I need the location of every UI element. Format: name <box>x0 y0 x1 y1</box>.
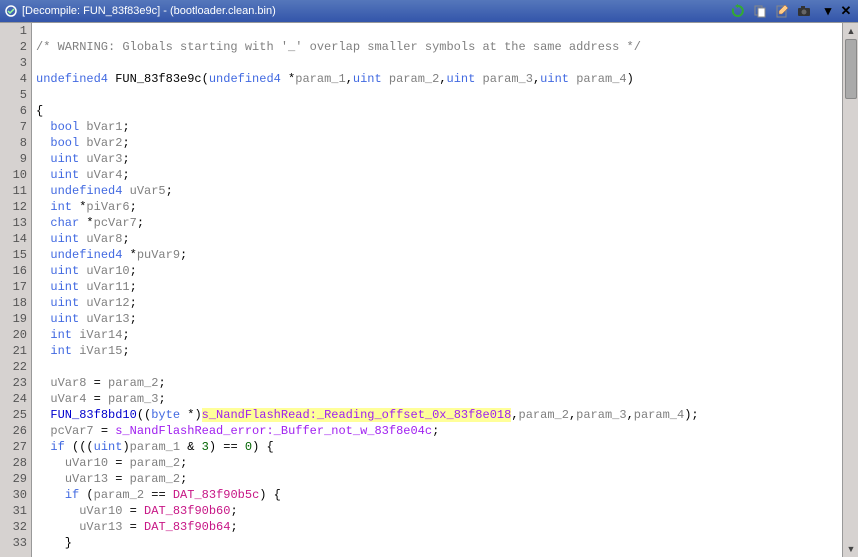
code-line: uint uVar8; <box>36 231 842 247</box>
code-line: uint uVar3; <box>36 151 842 167</box>
line-number: 23 <box>0 375 27 391</box>
line-number: 11 <box>0 183 27 199</box>
code-line: if (param_2 == DAT_83f90b5c) { <box>36 487 842 503</box>
code-line: /* WARNING: Globals starting with '_' ov… <box>36 39 842 55</box>
code-line: uVar10 = DAT_83f90b60; <box>36 503 842 519</box>
code-line: int iVar15; <box>36 343 842 359</box>
line-number: 8 <box>0 135 27 151</box>
code-area[interactable]: /* WARNING: Globals starting with '_' ov… <box>32 23 842 557</box>
line-number: 17 <box>0 279 27 295</box>
code-line: FUN_83f8bd10((byte *)s_NandFlashRead:_Re… <box>36 407 842 423</box>
line-number: 10 <box>0 167 27 183</box>
code-line: uVar8 = param_2; <box>36 375 842 391</box>
line-number: 22 <box>0 359 27 375</box>
line-number: 27 <box>0 439 27 455</box>
code-line: undefined4 *puVar9; <box>36 247 842 263</box>
line-number: 33 <box>0 535 27 551</box>
line-number: 30 <box>0 487 27 503</box>
code-line <box>36 23 842 39</box>
code-line: bool bVar1; <box>36 119 842 135</box>
code-line <box>36 359 842 375</box>
line-number-gutter: 1234567891011121314151617181920212223242… <box>0 23 32 557</box>
line-number: 19 <box>0 311 27 327</box>
scroll-up-arrow[interactable]: ▲ <box>843 23 858 39</box>
line-number: 12 <box>0 199 27 215</box>
code-line: uVar4 = param_3; <box>36 391 842 407</box>
code-line: { <box>36 103 842 119</box>
line-number: 25 <box>0 407 27 423</box>
line-number: 14 <box>0 231 27 247</box>
code-line: undefined4 uVar5; <box>36 183 842 199</box>
code-line: if (((uint)param_1 & 3) == 0) { <box>36 439 842 455</box>
code-line: uVar10 = param_2; <box>36 455 842 471</box>
code-line: char *pcVar7; <box>36 215 842 231</box>
line-number: 13 <box>0 215 27 231</box>
code-line: uint uVar10; <box>36 263 842 279</box>
code-line: uint uVar4; <box>36 167 842 183</box>
minimize-button[interactable]: ▾ <box>820 4 836 18</box>
code-line: uint uVar13; <box>36 311 842 327</box>
line-number: 3 <box>0 55 27 71</box>
line-number: 18 <box>0 295 27 311</box>
code-line: int iVar14; <box>36 327 842 343</box>
code-line: uVar13 = param_2; <box>36 471 842 487</box>
line-number: 15 <box>0 247 27 263</box>
scroll-down-arrow[interactable]: ▼ <box>843 541 858 557</box>
edit-icon[interactable] <box>774 3 790 19</box>
line-number: 4 <box>0 71 27 87</box>
line-number: 5 <box>0 87 27 103</box>
vertical-scrollbar[interactable]: ▲ ▼ <box>842 23 858 557</box>
code-line: } <box>36 535 842 551</box>
line-number: 20 <box>0 327 27 343</box>
copy-icon[interactable] <box>752 3 768 19</box>
line-number: 21 <box>0 343 27 359</box>
line-number: 31 <box>0 503 27 519</box>
snapshot-icon[interactable] <box>796 3 812 19</box>
titlebar: [Decompile: FUN_83f83e9c] - (bootloader.… <box>0 0 858 22</box>
line-number: 6 <box>0 103 27 119</box>
code-line <box>36 87 842 103</box>
code-line: uint uVar11; <box>36 279 842 295</box>
scroll-thumb[interactable] <box>845 39 857 99</box>
code-line: undefined4 FUN_83f83e9c(undefined4 *para… <box>36 71 842 87</box>
decompiler-icon <box>4 4 18 18</box>
line-number: 29 <box>0 471 27 487</box>
code-line: bool bVar2; <box>36 135 842 151</box>
line-number: 26 <box>0 423 27 439</box>
line-number: 2 <box>0 39 27 55</box>
code-line: pcVar7 = s_NandFlashRead_error:_Buffer_n… <box>36 423 842 439</box>
line-number: 24 <box>0 391 27 407</box>
line-number: 1 <box>0 23 27 39</box>
line-number: 32 <box>0 519 27 535</box>
code-line: uint uVar12; <box>36 295 842 311</box>
line-number: 28 <box>0 455 27 471</box>
code-line: int *piVar6; <box>36 199 842 215</box>
code-line: uVar13 = DAT_83f90b64; <box>36 519 842 535</box>
window-title: [Decompile: FUN_83f83e9c] - (bootloader.… <box>22 5 730 17</box>
close-button[interactable]: ✕ <box>838 4 854 18</box>
refresh-icon[interactable] <box>730 3 746 19</box>
line-number: 7 <box>0 119 27 135</box>
line-number: 9 <box>0 151 27 167</box>
line-number: 16 <box>0 263 27 279</box>
editor-content: 1234567891011121314151617181920212223242… <box>0 22 858 557</box>
code-line <box>36 55 842 71</box>
